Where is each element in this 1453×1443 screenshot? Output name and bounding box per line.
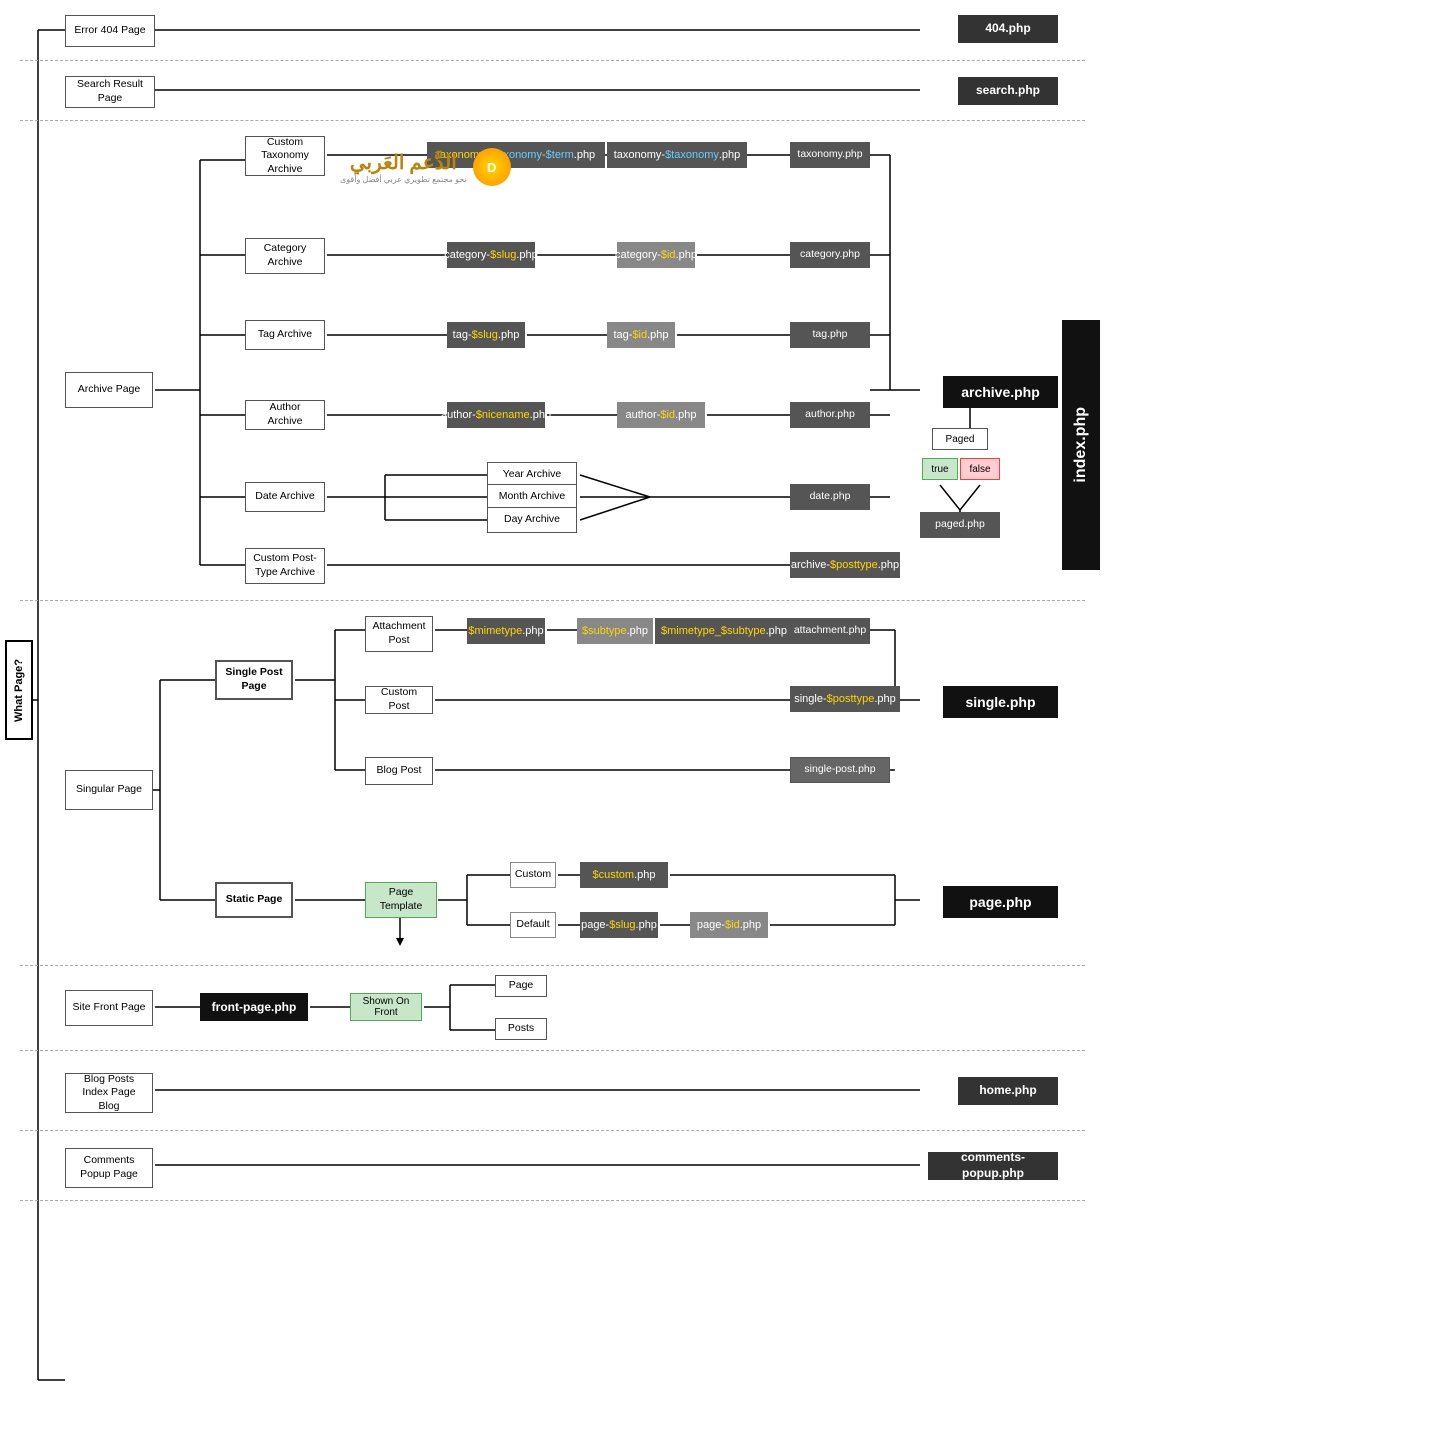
category-archive-node: Category Archive xyxy=(245,238,325,274)
single-php-file: single.php xyxy=(943,686,1058,718)
connector-lines xyxy=(0,0,1100,1420)
singular-page-node: Singular Page xyxy=(65,770,153,810)
tag-slug-file: tag-$slug.php xyxy=(447,322,525,348)
diagram-container: What Page? index.php Error 404 Page 404.… xyxy=(0,0,1100,1420)
taxonomy-file: taxonomy.php xyxy=(790,142,870,168)
author-file: author.php xyxy=(790,402,870,428)
page-template-node: Page Template xyxy=(365,882,437,918)
site-front-page-node: Site Front Page xyxy=(65,990,153,1026)
watermark-area: D الدَّعم العَربي نحو مجتمع تطويري عربي … xyxy=(340,148,511,186)
author-id-file: author-$id.php xyxy=(617,402,705,428)
single-post-page-node: Single Post Page xyxy=(215,660,293,700)
front-page-php-file: front-page.php xyxy=(200,993,308,1021)
watermark-text: الدَّعم العَربي نحو مجتمع تطويري عربي أف… xyxy=(340,150,467,184)
divider-1 xyxy=(20,60,1085,61)
tag-id-file: tag-$id.php xyxy=(607,322,675,348)
watermark-logo: D xyxy=(473,148,511,186)
category-id-file: category-$id.php xyxy=(617,242,695,268)
watermark-content: D الدَّعم العَربي نحو مجتمع تطويري عربي … xyxy=(340,148,511,186)
author-nicename-file: author-$nicename.php xyxy=(447,402,545,428)
home-php-file: home.php xyxy=(958,1077,1058,1105)
author-archive-node: Author Archive xyxy=(245,400,325,430)
category-file: category.php xyxy=(790,242,870,268)
default-template-option: Default xyxy=(510,912,556,938)
error-404-node: Error 404 Page xyxy=(65,15,155,47)
taxonomy-tax-file: taxonomy-$taxonomy.php xyxy=(607,142,747,168)
archive-posttype-file: archive-$posttype.php xyxy=(790,552,900,578)
paged-php-file: paged.php xyxy=(920,512,1000,538)
divider-7 xyxy=(20,1200,1085,1201)
watermark-subtext: نحو مجتمع تطويري عربي أفضل وأقوى xyxy=(340,175,467,184)
comments-popup-node: Comments Popup Page xyxy=(65,1148,153,1188)
custom-template-option: Custom xyxy=(510,862,556,888)
day-archive-node: Day Archive xyxy=(487,507,577,533)
divider-3 xyxy=(20,600,1085,601)
paged-box: Paged xyxy=(932,428,988,450)
tag-archive-node: Tag Archive xyxy=(245,320,325,350)
search-node: Search Result Page xyxy=(65,76,155,108)
custom-post-type-archive-node: Custom Post- Type Archive xyxy=(245,548,325,584)
page-php-file: page.php xyxy=(943,886,1058,918)
paged-false-box: false xyxy=(960,458,1000,480)
custom-post-node: Custom Post xyxy=(365,686,433,714)
page-option: Page xyxy=(495,975,547,997)
search-file: search.php xyxy=(958,77,1058,105)
single-posttype-file: single-$posttype.php xyxy=(790,686,900,712)
static-page-node: Static Page xyxy=(215,882,293,918)
custom-taxonomy-node: Custom Taxonomy Archive xyxy=(245,136,325,176)
posts-option: Posts xyxy=(495,1018,547,1040)
single-post-file: single-post.php xyxy=(790,757,890,783)
date-file: date.php xyxy=(790,484,870,510)
comments-popup-file: comments-popup.php xyxy=(928,1152,1058,1180)
divider-6 xyxy=(20,1130,1085,1131)
page-slug-file: page-$slug.php xyxy=(580,912,658,938)
mimetype-file: $mimetype.php xyxy=(467,618,545,644)
blog-post-node: Blog Post xyxy=(365,757,433,785)
index-php-label: index.php xyxy=(1062,320,1100,570)
paged-true-box: true xyxy=(922,458,958,480)
shown-on-front-node: Shown On Front xyxy=(350,993,422,1021)
tag-file: tag.php xyxy=(790,322,870,348)
divider-5 xyxy=(20,1050,1085,1051)
custom-php-file: $custom.php xyxy=(580,862,668,888)
mimetype-subtype-file: $mimetype_$subtype.php xyxy=(655,618,793,644)
what-page-label: What Page? xyxy=(5,640,33,740)
watermark-arabic-text: الدَّعم العَربي xyxy=(340,150,467,175)
blog-posts-index-node: Blog Posts Index Page Blog xyxy=(65,1073,153,1113)
archive-php-file: archive.php xyxy=(943,376,1058,408)
divider-2 xyxy=(20,120,1085,121)
error-404-file: 404.php xyxy=(958,15,1058,43)
subtype-file: $subtype.php xyxy=(577,618,653,644)
archive-page-node: Archive Page xyxy=(65,372,153,408)
attachment-post-node: Attachment Post xyxy=(365,616,433,652)
date-archive-node: Date Archive xyxy=(245,482,325,512)
page-id-file: page-$id.php xyxy=(690,912,768,938)
attachment-file: attachment.php xyxy=(790,618,870,644)
category-slug-file: category-$slug.php xyxy=(447,242,535,268)
divider-4 xyxy=(20,965,1085,966)
